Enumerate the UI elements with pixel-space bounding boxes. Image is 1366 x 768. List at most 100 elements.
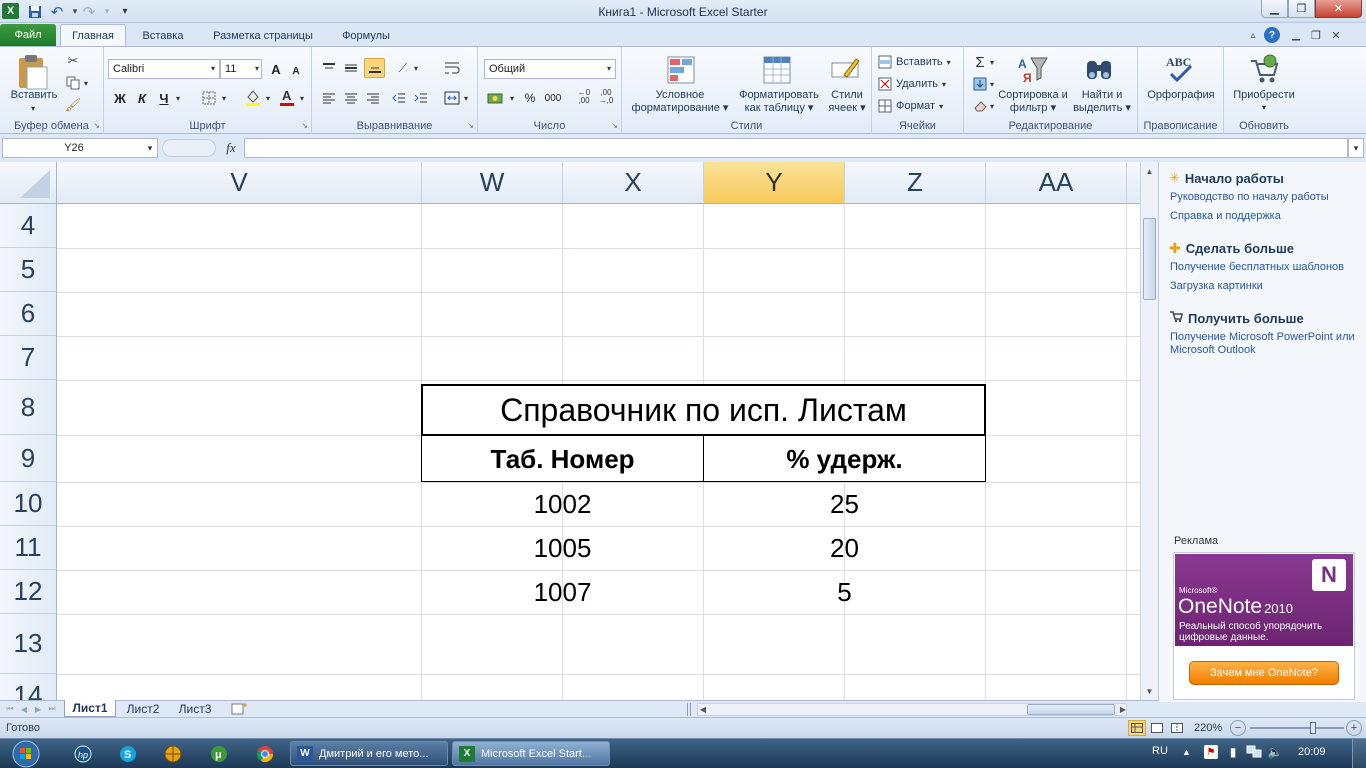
copy-dropdown-icon[interactable]: ▾ [82, 79, 90, 88]
align-right-icon[interactable] [364, 89, 382, 107]
power-icon[interactable]: ▮ [1226, 745, 1240, 759]
help-icon[interactable]: ? [1264, 27, 1280, 43]
show-hidden-icons[interactable]: ▲ [1182, 747, 1191, 757]
name-box[interactable]: Y26 [2, 138, 158, 158]
tab-file[interactable]: Файл [0, 24, 56, 46]
workbook-close-icon[interactable]: ✕ [1328, 27, 1344, 43]
zoom-slider-thumb[interactable] [1310, 722, 1316, 734]
show-desktop-button[interactable] [1352, 739, 1366, 768]
volume-icon[interactable]: 🔈 [1268, 745, 1283, 759]
font-color-icon[interactable]: A [278, 87, 296, 107]
column-header-x[interactable]: X [563, 162, 704, 204]
decrease-decimal-icon[interactable]: ,00 →,0 [596, 87, 616, 107]
tab-page-layout[interactable]: Разметка страницы [202, 26, 324, 46]
zoom-in-icon[interactable]: + [1346, 720, 1362, 736]
column-header-aa[interactable]: AA [986, 162, 1127, 204]
sort-filter-label[interactable]: Сортировка и фильтр ▾ [998, 89, 1068, 115]
scroll-thumb[interactable] [1143, 218, 1156, 300]
row-header-12[interactable]: 12 [0, 570, 57, 614]
formula-input[interactable] [244, 138, 1348, 158]
table-cell-percent[interactable]: 5 [704, 570, 985, 614]
font-launcher-icon[interactable]: ↘ [301, 121, 308, 130]
table-header-percent[interactable]: % удерж. [704, 436, 985, 482]
tab-home[interactable]: Главная [60, 24, 126, 47]
workbook-minimize-icon[interactable]: ▁ [1288, 27, 1304, 43]
skype-icon[interactable]: S [115, 742, 141, 766]
currency-dropdown-icon[interactable]: ▾ [508, 94, 516, 103]
vertical-scrollbar[interactable]: ▲ ▼ [1140, 162, 1158, 700]
align-bottom-icon[interactable] [364, 58, 385, 78]
align-middle-icon[interactable] [342, 59, 360, 77]
purchase-label[interactable]: Приобрести [1224, 89, 1304, 102]
autosum-icon[interactable]: Σ [972, 53, 988, 71]
format-cells-button[interactable]: Формат ▾ [878, 97, 962, 115]
align-left-icon[interactable] [320, 89, 338, 107]
sheet-tab-3[interactable]: Лист3 [170, 700, 220, 717]
delete-cells-button[interactable]: Удалить ▾ [878, 75, 962, 93]
row-header-6[interactable]: 6 [0, 292, 57, 336]
cell-styles-icon[interactable] [828, 53, 862, 87]
spelling-icon[interactable]: ABC [1162, 51, 1198, 87]
merge-dropdown-icon[interactable]: ▾ [462, 94, 470, 103]
row-header-7[interactable]: 7 [0, 336, 57, 380]
network-app-icon[interactable] [160, 742, 186, 766]
row-header-5[interactable]: 5 [0, 248, 57, 292]
table-cell-tab-number[interactable]: 1002 [422, 482, 703, 526]
table-cell-percent[interactable]: 20 [704, 526, 985, 570]
paste-icon[interactable] [14, 53, 50, 91]
scroll-up-icon[interactable]: ▲ [1142, 164, 1157, 178]
sheet-tab-2[interactable]: Лист2 [118, 700, 168, 717]
scroll-left-icon[interactable]: ◀ [697, 703, 709, 716]
row-header-8[interactable]: 8 [0, 380, 57, 435]
row-header-10[interactable]: 10 [0, 482, 57, 526]
insert-sheet-icon[interactable] [228, 701, 250, 716]
increase-decimal-icon[interactable]: ←0,00 [574, 87, 594, 107]
fill-dropdown-icon[interactable]: ▾ [988, 80, 996, 89]
orientation-dropdown-icon[interactable]: ▾ [412, 64, 420, 73]
alignment-launcher-icon[interactable]: ↘ [467, 121, 474, 130]
tab-formulas[interactable]: Формулы [332, 26, 400, 46]
borders-dropdown-icon[interactable]: ▾ [220, 94, 228, 103]
minimize-ribbon-icon[interactable]: ▵ [1246, 28, 1260, 42]
row-header-13[interactable]: 13 [0, 614, 57, 674]
conditional-formatting-icon[interactable] [664, 53, 698, 87]
paste-button-label[interactable]: Вставить [4, 89, 64, 102]
clear-icon[interactable] [972, 97, 988, 115]
insert-cells-button[interactable]: Вставить ▾ [878, 53, 962, 71]
scroll-down-icon[interactable]: ▼ [1142, 684, 1157, 698]
table-cell-tab-number[interactable]: 1007 [422, 570, 703, 614]
font-name-dropdown-icon[interactable]: ▾ [208, 63, 218, 73]
action-center-icon[interactable]: ⚑ [1204, 745, 1218, 759]
language-indicator[interactable]: RU [1152, 745, 1168, 757]
start-button-icon[interactable] [6, 739, 46, 768]
format-as-table-label[interactable]: Форматировать как таблицу ▾ [734, 89, 824, 115]
insert-function-button[interactable]: fx [220, 139, 242, 157]
find-select-label[interactable]: Найти и выделить ▾ [1068, 89, 1136, 115]
page-break-view-icon[interactable] [1168, 720, 1186, 736]
underline-dropdown-icon[interactable]: ▾ [174, 94, 182, 103]
font-size-dropdown-icon[interactable]: ▾ [252, 63, 262, 73]
shrink-font-button[interactable]: A [286, 61, 306, 81]
format-painter-icon[interactable]: 🖌 [64, 96, 82, 114]
workbook-restore-icon[interactable]: ❐ [1308, 27, 1324, 43]
orientation-icon[interactable]: ⟋ [392, 59, 414, 77]
italic-button[interactable]: К [132, 88, 152, 108]
scroll-right-icon[interactable]: ▶ [1117, 703, 1129, 716]
minimize-button[interactable]: ▁ [1261, 0, 1288, 18]
purchase-dropdown-icon[interactable]: ▾ [1259, 103, 1269, 112]
align-top-icon[interactable] [320, 59, 338, 77]
worksheet-grid[interactable]: V W X Y Z AA 4 5 6 7 8 9 10 11 12 13 14 … [0, 162, 1140, 700]
font-name-box[interactable]: Calibri [108, 59, 220, 79]
column-header-z[interactable]: Z [845, 162, 986, 204]
conditional-formatting-label[interactable]: Условное форматирование ▾ [624, 89, 736, 115]
borders-icon[interactable] [200, 89, 218, 107]
next-sheet-icon[interactable]: ▶ [32, 703, 44, 715]
ad-cta-button[interactable]: Зачем мне OneNote? [1189, 661, 1339, 685]
network-icon[interactable] [1246, 745, 1262, 759]
number-launcher-icon[interactable]: ↘ [611, 121, 618, 130]
name-box-dropdown-icon[interactable]: ▾ [144, 142, 156, 154]
link-getting-started-guide[interactable]: Руководство по началу работы [1170, 191, 1329, 203]
merge-center-icon[interactable] [442, 89, 462, 107]
format-as-table-icon[interactable] [760, 53, 794, 87]
cut-icon[interactable]: ✂ [64, 52, 82, 70]
